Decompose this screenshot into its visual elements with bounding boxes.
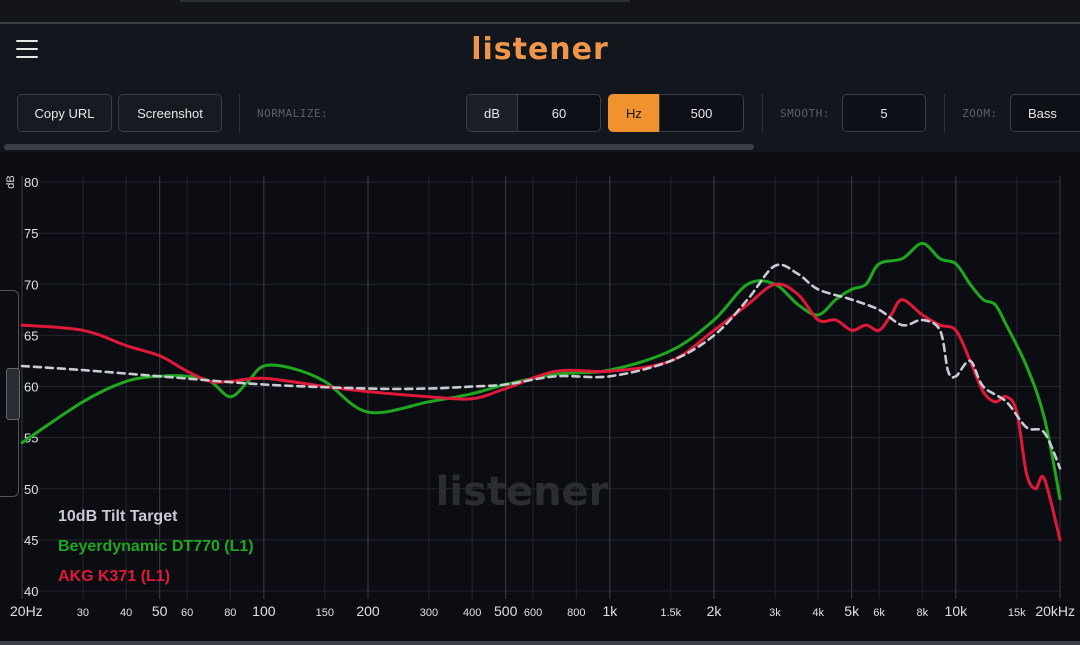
- smooth-input[interactable]: 5: [842, 94, 926, 132]
- x-tick-label: 60: [181, 607, 193, 619]
- db-unit-button[interactable]: dB: [466, 94, 518, 132]
- y-ticks: 404550556065707580: [24, 175, 38, 599]
- x-tick-label: 15k: [1008, 607, 1026, 619]
- normalize-label: NORMALIZE:: [257, 107, 329, 120]
- x-tick-label: 80: [224, 607, 236, 619]
- y-tick-label: 80: [24, 175, 38, 190]
- smooth-label: SMOOTH:: [780, 107, 830, 120]
- zoom-label: ZOOM:: [962, 107, 998, 120]
- y-axis-label: dB: [5, 175, 17, 188]
- y-tick-label: 50: [24, 482, 38, 497]
- x-tick-label: 100: [252, 603, 276, 619]
- toolbar-divider: [239, 94, 240, 132]
- legend-entry-dt770[interactable]: Beyerdynamic DT770 (L1): [58, 536, 254, 566]
- y-tick-label: 70: [24, 277, 38, 292]
- db-value-input[interactable]: 60: [517, 94, 601, 132]
- toolbar: Copy URL Screenshot NORMALIZE: dB 60 Hz …: [0, 82, 1080, 150]
- x-tick-label: 6k: [873, 607, 885, 619]
- x-tick-label: 800: [567, 607, 585, 619]
- x-tick-label: 1.5k: [660, 607, 681, 619]
- hz-unit-button[interactable]: Hz: [608, 94, 660, 132]
- y-tick-label: 75: [24, 226, 38, 241]
- x-tick-label: 3k: [769, 607, 781, 619]
- y-tick-label: 65: [24, 328, 38, 343]
- x-tick-label: 40: [120, 607, 132, 619]
- bottom-border: [0, 641, 1080, 645]
- zoom-select[interactable]: Bass: [1010, 94, 1080, 132]
- x-tick-label: 8k: [917, 607, 929, 619]
- curve-dt770: [20, 241, 1062, 501]
- x-tick-label: 50: [152, 603, 168, 619]
- app-logo: listener: [471, 32, 609, 67]
- screenshot-button[interactable]: Screenshot: [118, 94, 222, 132]
- toolbar-scrollbar-thumb[interactable]: [4, 144, 754, 150]
- toolbar-divider: [944, 94, 945, 132]
- copy-url-button[interactable]: Copy URL: [17, 94, 112, 132]
- x-tick-label: 300: [420, 607, 438, 619]
- toolbar-divider: [762, 94, 763, 132]
- x-tick-label: 500: [494, 603, 518, 619]
- chart-legend: 10dB Tilt Target Beyerdynamic DT770 (L1)…: [58, 506, 254, 596]
- side-panel-handle[interactable]: [6, 368, 20, 420]
- x-tick-label: 30: [77, 607, 89, 619]
- y-tick-label: 60: [24, 380, 38, 395]
- y-tick-label: 45: [24, 533, 38, 548]
- x-tick-label: 200: [356, 603, 380, 619]
- chart-watermark: listener: [436, 469, 609, 515]
- x-tick-label: 1k: [602, 603, 618, 619]
- x-tick-label: 20kHz: [1035, 603, 1075, 619]
- top-strip: [0, 0, 1080, 22]
- x-tick-label: 400: [463, 607, 481, 619]
- legend-entry-target[interactable]: 10dB Tilt Target: [58, 506, 254, 536]
- hz-value-input[interactable]: 500: [659, 94, 744, 132]
- x-tick-label: 600: [524, 607, 542, 619]
- app-header: listener: [0, 22, 1080, 82]
- x-tick-label: 150: [316, 607, 334, 619]
- x-tick-label: 4k: [812, 607, 824, 619]
- x-tick-label: 10k: [945, 603, 969, 619]
- y-tick-label: 40: [24, 584, 38, 599]
- x-ticks: 20Hz 30 40 50 60 80 100 150 200 300 400 500 600 800 1k…: [10, 603, 1075, 619]
- x-tick-label: 20Hz: [10, 603, 43, 619]
- legend-entry-k371[interactable]: AKG K371 (L1): [58, 566, 254, 596]
- x-tick-label: 5k: [844, 603, 860, 619]
- x-tick-label: 2k: [707, 603, 723, 619]
